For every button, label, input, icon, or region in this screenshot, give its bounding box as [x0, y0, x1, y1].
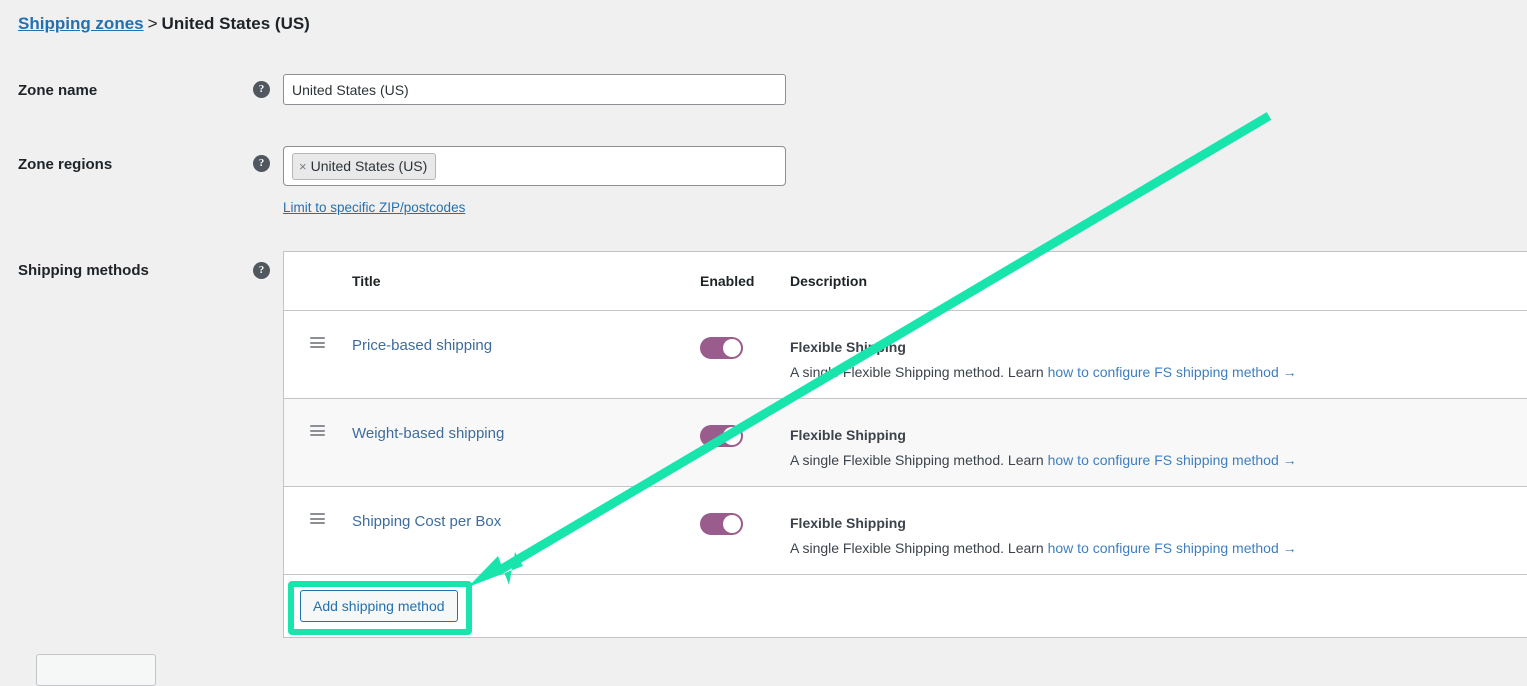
method-description-body: A single Flexible Shipping method. Learn… — [790, 449, 1507, 471]
row-title-cell: Price-based shipping — [352, 337, 700, 355]
row-handle-cell — [284, 513, 352, 524]
zone-regions-label: Zone regions — [18, 156, 112, 173]
breadcrumb: Shipping zones>United States (US) — [18, 12, 310, 36]
zone-name-input[interactable] — [283, 74, 786, 105]
drag-handle-icon[interactable] — [310, 513, 325, 524]
method-description-body: A single Flexible Shipping method. Learn… — [790, 361, 1507, 383]
table-header-row: Title Enabled Description — [284, 252, 1527, 311]
table-row: Price-based shipping Flexible Shipping A… — [284, 311, 1527, 399]
enabled-toggle[interactable] — [700, 425, 743, 447]
description-text: A single Flexible Shipping method. Learn — [790, 452, 1048, 468]
limit-zip-postcodes-link[interactable]: Limit to specific ZIP/postcodes — [283, 200, 465, 215]
row-description-cell: Flexible Shipping A single Flexible Ship… — [790, 513, 1527, 559]
shipping-methods-label: Shipping methods — [18, 262, 149, 279]
method-description-heading: Flexible Shipping — [790, 513, 1507, 533]
toggle-knob — [723, 339, 741, 357]
configure-fs-link[interactable]: how to configure FS shipping method → — [1048, 364, 1297, 380]
toggle-knob — [723, 515, 741, 533]
help-icon[interactable]: ? — [253, 262, 270, 279]
description-text: A single Flexible Shipping method. Learn — [790, 364, 1048, 380]
zone-regions-select[interactable]: × United States (US) — [283, 146, 786, 186]
drag-handle-icon[interactable] — [310, 337, 325, 348]
breadcrumb-link-shipping-zones[interactable]: Shipping zones — [18, 14, 144, 33]
enabled-toggle[interactable] — [700, 513, 743, 535]
method-title-link[interactable]: Shipping Cost per Box — [352, 513, 501, 530]
save-changes-button-partial[interactable] — [36, 654, 156, 686]
method-title-link[interactable]: Price-based shipping — [352, 337, 492, 354]
toggle-knob — [723, 427, 741, 445]
table-row: Shipping Cost per Box Flexible Shipping … — [284, 487, 1527, 575]
add-shipping-method-button[interactable]: Add shipping method — [300, 590, 458, 622]
column-header-description: Description — [790, 273, 1527, 289]
table-footer: Add shipping method — [284, 575, 1527, 637]
row-description-cell: Flexible Shipping A single Flexible Ship… — [790, 337, 1527, 383]
method-title-link[interactable]: Weight-based shipping — [352, 425, 504, 442]
row-enabled-cell — [700, 513, 790, 535]
shipping-methods-table: Title Enabled Description Price-based sh… — [283, 251, 1527, 638]
help-icon[interactable]: ? — [253, 81, 270, 98]
column-header-title: Title — [352, 273, 700, 289]
description-text: A single Flexible Shipping method. Learn — [790, 540, 1048, 556]
help-icon[interactable]: ? — [253, 155, 270, 172]
drag-handle-icon[interactable] — [310, 425, 325, 436]
method-description-body: A single Flexible Shipping method. Learn… — [790, 537, 1507, 559]
remove-chip-icon[interactable]: × — [299, 159, 307, 174]
row-enabled-cell — [700, 337, 790, 359]
region-chip[interactable]: × United States (US) — [292, 153, 436, 180]
column-header-enabled: Enabled — [700, 273, 790, 289]
table-row: Weight-based shipping Flexible Shipping … — [284, 399, 1527, 487]
breadcrumb-current: United States (US) — [162, 14, 310, 33]
configure-fs-link[interactable]: how to configure FS shipping method → — [1048, 540, 1297, 556]
zone-name-label: Zone name — [18, 82, 97, 99]
method-description-heading: Flexible Shipping — [790, 425, 1507, 445]
region-chip-label: United States (US) — [311, 158, 428, 174]
row-handle-cell — [284, 337, 352, 348]
row-handle-cell — [284, 425, 352, 436]
row-title-cell: Shipping Cost per Box — [352, 513, 700, 531]
method-description-heading: Flexible Shipping — [790, 337, 1507, 357]
row-description-cell: Flexible Shipping A single Flexible Ship… — [790, 425, 1527, 471]
configure-fs-link[interactable]: how to configure FS shipping method → — [1048, 452, 1297, 468]
row-enabled-cell — [700, 425, 790, 447]
breadcrumb-separator: > — [148, 14, 158, 33]
row-title-cell: Weight-based shipping — [352, 425, 700, 443]
enabled-toggle[interactable] — [700, 337, 743, 359]
